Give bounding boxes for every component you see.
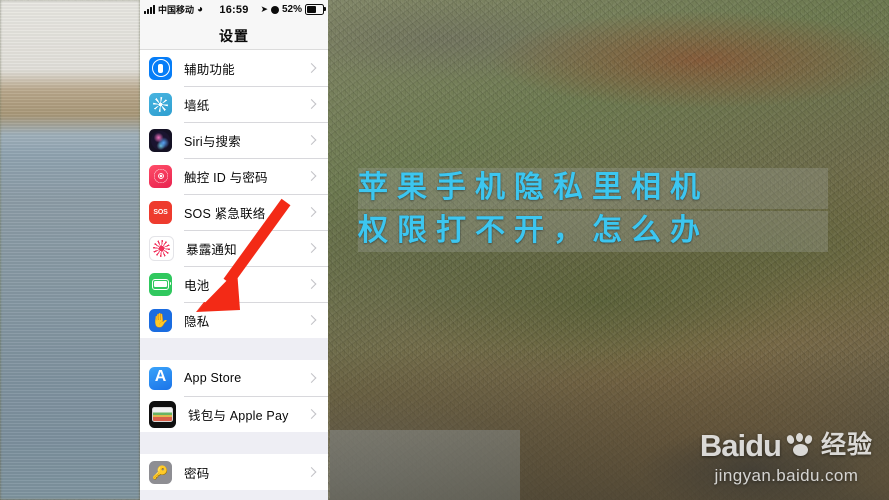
watermark-url: jingyan.baidu.com (714, 466, 859, 485)
chevron-right-icon (306, 373, 317, 383)
password-key-icon: 🔑 (149, 460, 172, 484)
settings-row-label: Siri与搜索 (184, 134, 241, 149)
chevron-right-icon (306, 315, 317, 325)
siri-icon (149, 128, 172, 152)
settings-row-exposure-notifications[interactable]: 暴露通知 (140, 230, 328, 266)
settings-row-label: 钱包与 Apple Pay (188, 408, 289, 423)
app-store-icon: A (149, 366, 172, 390)
baidu-paw-icon (785, 432, 816, 459)
settings-row-label: 暴露通知 (186, 242, 237, 257)
caption-line-1: 苹果手机隐私里相机 (358, 168, 828, 209)
settings-row-label: 隐私 (184, 314, 210, 329)
accessibility-icon (149, 56, 172, 80)
privacy-hand-icon: ✋ (149, 308, 172, 332)
settings-row-passwords[interactable]: 🔑 密码 (140, 454, 328, 490)
settings-row-touch-id-passcode[interactable]: 触控 ID 与密码 (140, 158, 328, 194)
settings-row-label: 密码 (184, 466, 210, 481)
chevron-right-icon (306, 99, 317, 109)
left-wallpaper-texture (0, 0, 140, 500)
alarm-clock-icon (270, 5, 279, 14)
settings-row-label: 辅助功能 (184, 62, 235, 77)
watermark-brand-text: Baidu (699, 428, 782, 463)
settings-row-label: 电池 (184, 278, 210, 293)
settings-row-label: 触控 ID 与密码 (184, 170, 268, 185)
settings-row-sos[interactable]: SOS SOS 紧急联络 (140, 194, 328, 230)
screenshot-root: 中国移动 ◕ 16:59 ➤ 52% 设置 辅助功能 墙纸 Siri与搜索 触控… (0, 0, 889, 500)
exposure-notification-icon (149, 235, 174, 261)
chevron-right-icon (306, 409, 317, 419)
status-bar-right: ➤ 52% (260, 4, 326, 15)
watermark-brand-cn: 经验 (820, 431, 873, 459)
settings-row-battery[interactable]: 电池 (140, 266, 328, 302)
settings-row-label: SOS 紧急联络 (184, 206, 266, 221)
wallpaper-icon (149, 92, 172, 116)
baidu-watermark: Baidu 经验 jingyan.baidu.com (700, 430, 873, 486)
settings-row-privacy[interactable]: ✋ 隐私 (140, 302, 328, 338)
status-bar: 中国移动 ◕ 16:59 ➤ 52% (140, 0, 328, 22)
settings-row-app-store[interactable]: A App Store (140, 360, 328, 396)
settings-row-wallpaper[interactable]: 墙纸 (140, 86, 328, 122)
settings-row-label: 墙纸 (184, 98, 210, 113)
settings-section-passwords: 🔑 密码 (140, 454, 328, 490)
chevron-right-icon (306, 207, 317, 217)
watermark-brand-row: Baidu 经验 (700, 430, 873, 461)
nav-bar: 设置 (140, 22, 328, 50)
settings-row-accessibility[interactable]: 辅助功能 (140, 50, 328, 86)
chevron-right-icon (306, 243, 317, 253)
photo-sea-area (330, 430, 520, 500)
caption-line-2: 权限打不开，怎么办 (358, 210, 828, 252)
section-divider-gap (140, 338, 328, 360)
chevron-right-icon (306, 63, 317, 73)
chevron-right-icon (306, 171, 317, 181)
wallet-icon (149, 400, 176, 428)
battery-icon (305, 4, 326, 15)
battery-percent-label: 52% (281, 4, 302, 15)
ios-settings-panel: 中国移动 ◕ 16:59 ➤ 52% 设置 辅助功能 墙纸 Siri与搜索 触控… (140, 0, 328, 500)
settings-row-wallet-apple-pay[interactable]: 钱包与 Apple Pay (140, 396, 328, 432)
caption-overlay: 苹果手机隐私里相机 权限打不开，怎么办 (358, 168, 828, 252)
battery-settings-icon (149, 272, 172, 296)
touch-id-icon (149, 164, 172, 188)
settings-section-store: A App Store 钱包与 Apple Pay (140, 360, 328, 432)
settings-section-general: 辅助功能 墙纸 Siri与搜索 触控 ID 与密码 SOS SOS 紧急联络 暴… (140, 50, 328, 338)
settings-row-siri-search[interactable]: Siri与搜索 (140, 122, 328, 158)
settings-row-label: App Store (184, 371, 242, 385)
sos-icon: SOS (149, 200, 172, 224)
location-arrow-icon: ➤ (260, 4, 268, 14)
chevron-right-icon (306, 279, 317, 289)
chevron-right-icon (306, 135, 317, 145)
section-divider-gap-2 (140, 432, 328, 454)
page-title: 设置 (219, 27, 249, 44)
chevron-right-icon (306, 467, 317, 477)
